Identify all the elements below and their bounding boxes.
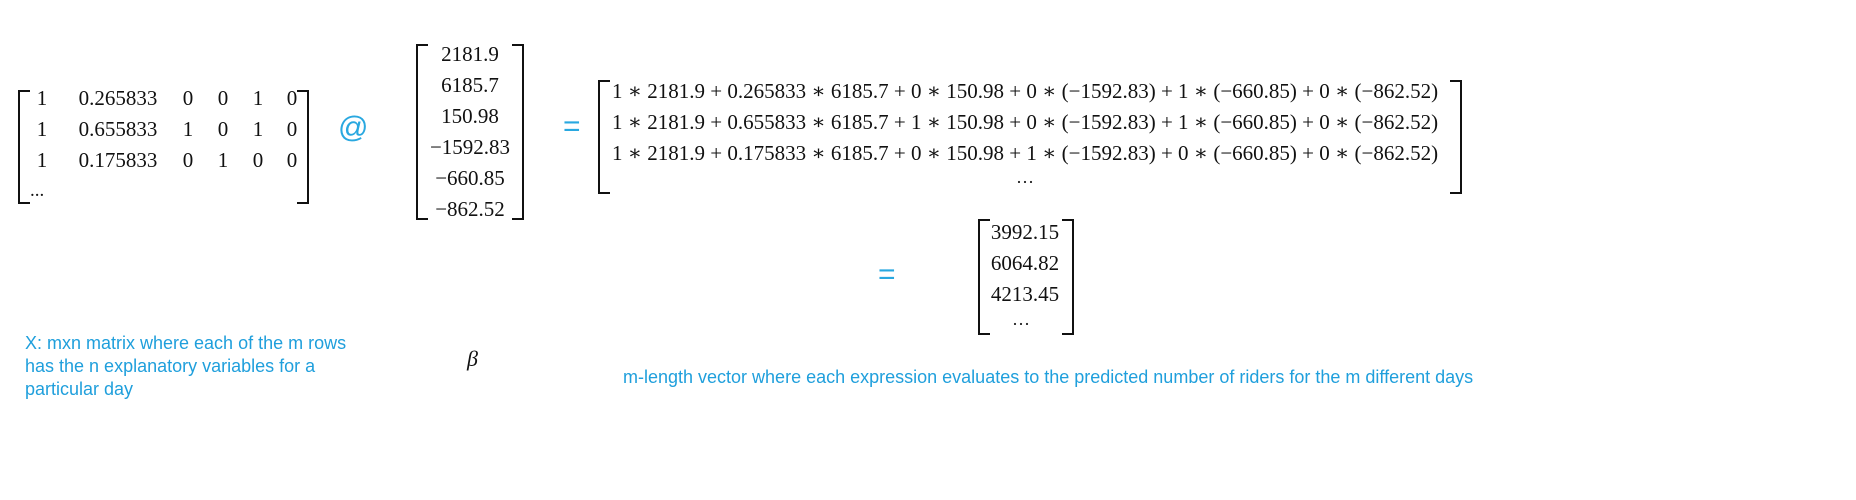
x-matrix-caption-line-2: has the n explanatory variables for a [25, 356, 316, 376]
x-matrix-cell: 1 [36, 117, 48, 141]
x-matrix-cell: 0 [286, 117, 298, 141]
x-matrix-cell: 0 [182, 148, 194, 172]
x-matrix-cell: 0.265833 [78, 86, 158, 110]
expanded-vector-right-bracket [1450, 80, 1462, 194]
x-matrix-cell: 1 [217, 148, 229, 172]
x-matrix-cell: 0 [182, 86, 194, 110]
x-matrix-cell: 0 [286, 86, 298, 110]
expanded-vector-left-bracket [598, 80, 610, 194]
x-matrix-cell: 1 [182, 117, 194, 141]
result-vector-entry: 6064.82 [990, 251, 1060, 275]
expanded-vector-row: 1 ∗ 2181.9 + 0.655833 ∗ 6185.7 + 1 ∗ 150… [612, 110, 1439, 134]
x-matrix-cell: 1 [36, 86, 48, 110]
beta-vector-entry: −862.52 [435, 197, 505, 221]
x-matrix-caption-line-3: particular day [25, 379, 134, 399]
x-matrix-cell: 0 [217, 86, 229, 110]
expanded-vector-ellipsis: ··· [1016, 172, 1034, 192]
beta-vector-right-bracket [512, 44, 524, 220]
beta-label: β [467, 346, 478, 371]
beta-vector-entry: 150.98 [441, 104, 499, 128]
beta-vector-left-bracket [416, 44, 428, 220]
x-matrix-cell: 0.175833 [78, 148, 158, 172]
equals-sign-1: = [563, 110, 581, 143]
result-vector-ellipsis: ··· [1012, 314, 1030, 334]
result-vector-entry: 4213.45 [990, 282, 1060, 306]
matmul-operator: @ [338, 111, 369, 144]
equals-sign-2: = [878, 258, 896, 291]
x-matrix-cell: 0.655833 [78, 117, 158, 141]
beta-vector-entry: 6185.7 [441, 73, 499, 97]
beta-vector-entry: 2181.9 [441, 42, 499, 66]
x-matrix-cell: 0 [286, 148, 298, 172]
x-matrix-cell: 0 [217, 117, 229, 141]
beta-vector-entry: −660.85 [435, 166, 505, 190]
x-matrix-ellipsis: ... [30, 180, 45, 201]
x-matrix-caption-line-1: X: mxn matrix where each of the m rows [25, 333, 347, 353]
result-caption: m-length vector where each expression ev… [623, 367, 1474, 387]
expanded-vector-row: 1 ∗ 2181.9 + 0.175833 ∗ 6185.7 + 0 ∗ 150… [612, 141, 1439, 165]
result-vector-entry: 3992.15 [990, 220, 1060, 244]
beta-vector-entry: −1592.83 [429, 135, 511, 159]
x-matrix-caption: X: mxn matrix where each of the m rows h… [25, 332, 346, 401]
expanded-vector-row: 1 ∗ 2181.9 + 0.265833 ∗ 6185.7 + 0 ∗ 150… [612, 79, 1439, 103]
x-matrix-cell: 1 [36, 148, 48, 172]
